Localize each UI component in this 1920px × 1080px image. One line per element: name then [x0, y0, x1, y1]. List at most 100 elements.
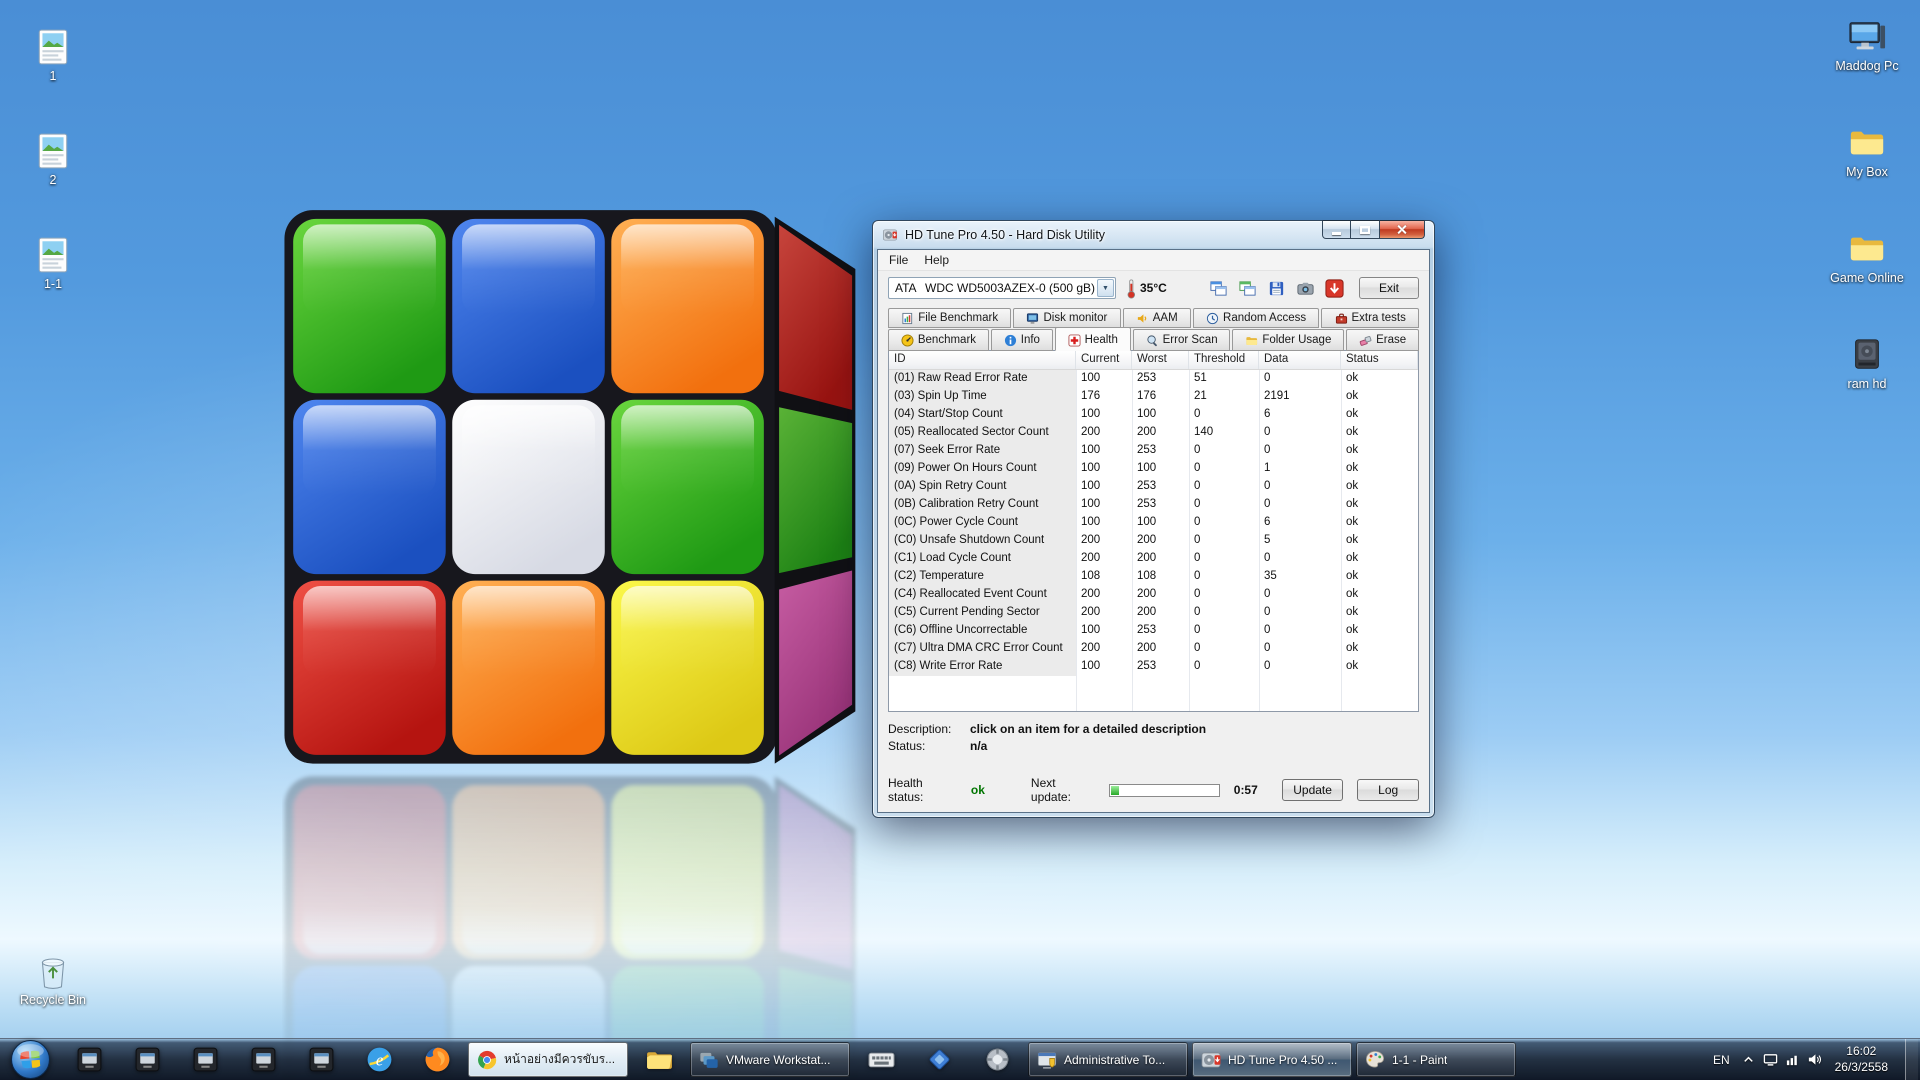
table-row[interactable]: (C7) Ultra DMA CRC Error Count20020000ok — [889, 640, 1418, 658]
taskbar-app-diamond[interactable] — [911, 1042, 967, 1077]
table-row[interactable]: (03) Spin Up Time176176212191ok — [889, 388, 1418, 406]
update-button[interactable]: Update — [1282, 779, 1344, 801]
menu-file[interactable]: File — [881, 251, 916, 269]
toolbar-copy-screens-button[interactable] — [1205, 277, 1231, 299]
column-status[interactable]: Status — [1341, 351, 1418, 369]
minimize-button[interactable] — [1322, 220, 1351, 239]
firefox-icon — [423, 1045, 452, 1074]
desktop-icon-2[interactable]: 2 — [6, 128, 100, 191]
tab-folder-usage[interactable]: Folder Usage — [1232, 329, 1344, 351]
toolbar-camera-button[interactable] — [1292, 277, 1318, 299]
toolbar-copy-screens2-button[interactable] — [1234, 277, 1260, 299]
taskbar-app-gear[interactable] — [969, 1042, 1025, 1077]
chevron-down-icon[interactable]: ▼ — [1097, 279, 1114, 297]
disk-monitor-icon — [1026, 312, 1039, 325]
taskbar-app-keyboard[interactable] — [853, 1042, 909, 1077]
taskbar-windows-explorer[interactable] — [631, 1042, 687, 1077]
table-row[interactable]: (C8) Write Error Rate10025300ok — [889, 658, 1418, 676]
health-icon — [1068, 334, 1081, 347]
table-row[interactable]: (C1) Load Cycle Count20020000ok — [889, 550, 1418, 568]
desktop-icons-left: 1 2 1-1 Recycle Bin — [6, 0, 100, 1038]
taskbar-pinned-app-3[interactable] — [177, 1042, 233, 1077]
close-icon — [1397, 224, 1408, 235]
taskbar-internet-explorer[interactable]: e — [351, 1042, 407, 1077]
column-id[interactable]: ID — [889, 351, 1076, 369]
cell-data: 0 — [1259, 622, 1341, 640]
taskbar-pinned-app-4[interactable] — [235, 1042, 291, 1077]
table-row[interactable]: (C5) Current Pending Sector20020000ok — [889, 604, 1418, 622]
tab-file-benchmark[interactable]: File Benchmark — [888, 308, 1011, 328]
taskbar-pinned-app-1[interactable] — [61, 1042, 117, 1077]
table-row[interactable]: (07) Seek Error Rate10025300ok — [889, 442, 1418, 460]
taskbar-pinned-app-2[interactable] — [119, 1042, 175, 1077]
cell-current: 100 — [1076, 370, 1132, 388]
toolbar-save-button[interactable] — [1263, 277, 1289, 299]
table-row[interactable]: (01) Raw Read Error Rate100253510ok — [889, 370, 1418, 388]
tray-network-icon[interactable] — [1785, 1052, 1800, 1067]
table-row[interactable]: (0A) Spin Retry Count10025300ok — [889, 478, 1418, 496]
desktop-icon-maddog-pc[interactable]: Maddog Pc — [1820, 14, 1914, 77]
drive-select[interactable]: ATA WDC WD5003AZEX-0 (500 gB) ▼ — [888, 277, 1116, 299]
start-button[interactable] — [0, 1039, 60, 1080]
tab-label: Health — [1085, 334, 1118, 346]
column-data[interactable]: Data — [1259, 351, 1341, 369]
tab-health[interactable]: Health — [1055, 327, 1131, 351]
tab-extra-tests[interactable]: Extra tests — [1321, 308, 1419, 328]
table-row[interactable]: (05) Reallocated Sector Count2002001400o… — [889, 424, 1418, 442]
close-button[interactable] — [1380, 220, 1425, 239]
cell-current: 100 — [1076, 478, 1132, 496]
maximize-button[interactable] — [1351, 220, 1380, 239]
table-row[interactable]: (0C) Power Cycle Count10010006ok — [889, 514, 1418, 532]
desktop-icon-ram-hd[interactable]: ram hd — [1820, 332, 1914, 395]
cell-status: ok — [1341, 406, 1418, 424]
cell-data: 5 — [1259, 532, 1341, 550]
chevron-up-icon[interactable] — [1741, 1052, 1756, 1067]
clock[interactable]: 16:02 26/3/2558 — [1835, 1044, 1888, 1075]
taskbar-administrative-tools-window[interactable]: Administrative To... — [1028, 1042, 1188, 1077]
taskbar-pinned-app-5[interactable] — [293, 1042, 349, 1077]
table-row[interactable]: (0B) Calibration Retry Count10025300ok — [889, 496, 1418, 514]
column-current[interactable]: Current — [1076, 351, 1132, 369]
desktop-icon-label: Maddog Pc — [1835, 59, 1898, 73]
tab-benchmark[interactable]: Benchmark — [888, 329, 989, 351]
tab-erase[interactable]: Erase — [1346, 329, 1419, 351]
tab-aam[interactable]: AAM — [1123, 308, 1191, 328]
column-threshold[interactable]: Threshold — [1189, 351, 1259, 369]
taskbar-chrome-window[interactable]: หน้าอย่างมีควรขับร... — [468, 1042, 628, 1077]
table-row[interactable]: (C6) Offline Uncorrectable10025300ok — [889, 622, 1418, 640]
tab-info[interactable]: Info — [991, 329, 1053, 351]
toolbar-red-down-button[interactable] — [1321, 277, 1347, 299]
show-desktop-button[interactable] — [1905, 1039, 1918, 1080]
tray-volume-icon[interactable] — [1807, 1052, 1822, 1067]
table-row[interactable]: (C0) Unsafe Shutdown Count20020005ok — [889, 532, 1418, 550]
table-row[interactable]: (09) Power On Hours Count10010001ok — [889, 460, 1418, 478]
desktop-icon-recycle-bin[interactable]: Recycle Bin — [6, 948, 100, 1011]
desktop: 1 2 1-1 Recycle Bin Maddog Pc My Box Game Onl… — [0, 0, 1920, 1080]
description-value: click on an item for a detailed descript… — [970, 722, 1206, 736]
menu-help[interactable]: Help — [916, 251, 957, 269]
desktop-icon-1-1[interactable]: 1-1 — [6, 232, 100, 295]
tab-random-access[interactable]: Random Access — [1193, 308, 1319, 328]
exit-button[interactable]: Exit — [1359, 277, 1419, 299]
table-row[interactable]: (C2) Temperature108108035ok — [889, 568, 1418, 586]
tray-display-icon[interactable] — [1763, 1052, 1778, 1067]
cell-status: ok — [1341, 460, 1418, 478]
taskbar-firefox[interactable] — [409, 1042, 465, 1077]
language-indicator[interactable]: EN — [1709, 1053, 1734, 1067]
table-row[interactable]: (04) Start/Stop Count10010006ok — [889, 406, 1418, 424]
taskbar-paint-window[interactable]: 1-1 - Paint — [1356, 1042, 1516, 1077]
desktop-icon-my-box[interactable]: My Box — [1820, 120, 1914, 183]
cell-id: (09) Power On Hours Count — [889, 460, 1076, 478]
desktop-icon-label: Recycle Bin — [20, 993, 86, 1007]
log-button[interactable]: Log — [1357, 779, 1419, 801]
desktop-icon-game-online[interactable]: Game Online — [1820, 226, 1914, 289]
column-worst[interactable]: Worst — [1132, 351, 1189, 369]
table-row[interactable]: (C4) Reallocated Event Count20020000ok — [889, 586, 1418, 604]
tab-disk-monitor[interactable]: Disk monitor — [1013, 308, 1120, 328]
taskbar-vmware-window[interactable]: VMware Workstat... — [690, 1042, 850, 1077]
taskbar-hdtune-window-button[interactable]: HD Tune Pro 4.50 ... — [1192, 1042, 1352, 1077]
cell-current: 200 — [1076, 532, 1132, 550]
desktop-icon-1[interactable]: 1 — [6, 24, 100, 87]
cell-id: (0A) Spin Retry Count — [889, 478, 1076, 496]
tab-error-scan[interactable]: Error Scan — [1133, 329, 1231, 351]
